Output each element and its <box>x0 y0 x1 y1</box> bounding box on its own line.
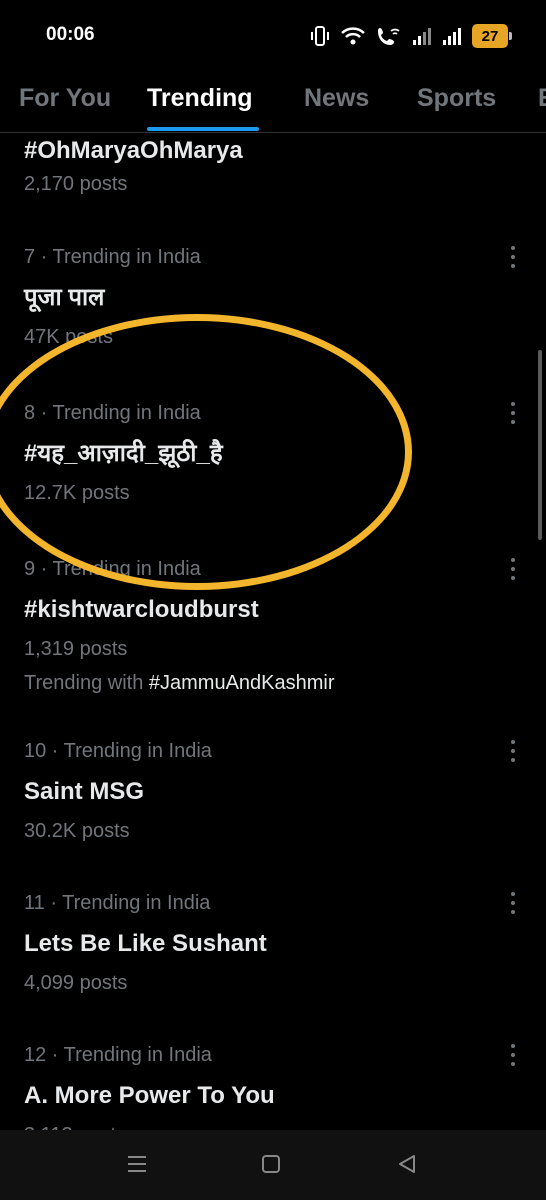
trend-meta: 7 · Trending in India <box>24 246 201 268</box>
trend-item[interactable]: 8 · Trending in India #यह_आज़ादी_झूठी_है… <box>24 400 524 506</box>
trend-name: Lets Be Like Sushant <box>24 930 267 957</box>
more-vertical-icon[interactable] <box>508 402 518 424</box>
more-vertical-icon[interactable] <box>508 740 518 762</box>
status-icons: 27 <box>310 22 512 50</box>
trend-item[interactable]: 9 · Trending in India #kishtwarcloudburs… <box>24 556 524 696</box>
trend-item[interactable]: 12 · Trending in India A. More Power To … <box>24 1042 524 1130</box>
trend-item[interactable]: 11 · Trending in India Lets Be Like Sush… <box>24 890 524 996</box>
trend-post-count: 1,319 posts <box>24 638 128 660</box>
trend-post-count: 12.7K posts <box>24 482 130 504</box>
trend-name: #OhMaryaOhMarya <box>24 137 243 164</box>
tab-news[interactable]: News <box>304 84 369 113</box>
trending-with-label: Trending with <box>24 672 149 694</box>
trend-post-count: 47K posts <box>24 326 113 348</box>
back-triangle-icon[interactable] <box>396 1152 418 1181</box>
trend-item[interactable]: 10 · Trending in India Saint MSG 30.2K p… <box>24 738 524 844</box>
trend-name: A. More Power To You <box>24 1082 275 1109</box>
trend-name: पूजा पाल <box>24 284 105 311</box>
trend-name: Saint MSG <box>24 778 145 805</box>
more-vertical-icon[interactable] <box>508 246 518 268</box>
more-vertical-icon[interactable] <box>508 1044 518 1066</box>
trend-post-count: 30.2K posts <box>24 820 130 842</box>
tab-bar: For You Trending News Sports E <box>0 72 546 133</box>
trend-meta: 12 · Trending in India <box>24 1044 212 1066</box>
scrollbar[interactable] <box>538 350 542 540</box>
system-nav-bar <box>0 1130 546 1200</box>
battery-indicator: 27 <box>472 24 512 48</box>
signal-icon <box>442 26 462 46</box>
trending-feed: #OhMaryaOhMarya 2,170 posts 7 · Trending… <box>0 133 546 1130</box>
trend-post-count: 3,113 posts <box>24 1122 524 1130</box>
more-vertical-icon[interactable] <box>508 892 518 914</box>
tab-sports[interactable]: Sports <box>417 84 496 113</box>
trend-post-count: 2,170 posts <box>24 173 128 195</box>
status-time: 00:06 <box>46 24 95 45</box>
tab-trending[interactable]: Trending <box>147 84 253 113</box>
tab-entertainment[interactable]: E <box>538 84 546 113</box>
wifi-icon <box>340 26 366 46</box>
signal-icon <box>412 26 432 46</box>
trend-meta: 10 · Trending in India <box>24 740 212 762</box>
trend-name: #यह_आज़ादी_झूठी_है <box>24 440 223 467</box>
trending-with-hashtag[interactable]: #JammuAndKashmir <box>149 672 335 694</box>
more-vertical-icon[interactable] <box>508 558 518 580</box>
tab-for-you[interactable]: For You <box>19 84 111 113</box>
trend-item[interactable]: #OhMaryaOhMarya 2,170 posts <box>24 133 524 197</box>
trend-post-count: 4,099 posts <box>24 972 128 994</box>
home-square-icon[interactable] <box>261 1152 281 1181</box>
menu-icon[interactable] <box>126 1152 148 1181</box>
trend-item[interactable]: 7 · Trending in India पूजा पाल 47K posts <box>24 244 524 350</box>
trending-with-line: Trending with #JammuAndKashmir <box>24 670 524 696</box>
trend-meta: 11 · Trending in India <box>24 892 211 914</box>
trend-meta: 9 · Trending in India <box>24 558 201 580</box>
status-bar: 00:06 27 <box>0 0 546 72</box>
wifi-call-icon <box>376 25 402 47</box>
active-tab-indicator <box>147 127 259 131</box>
vibrate-icon <box>310 25 330 47</box>
trend-meta: 8 · Trending in India <box>24 402 201 424</box>
trend-name: #kishtwarcloudburst <box>24 596 259 623</box>
